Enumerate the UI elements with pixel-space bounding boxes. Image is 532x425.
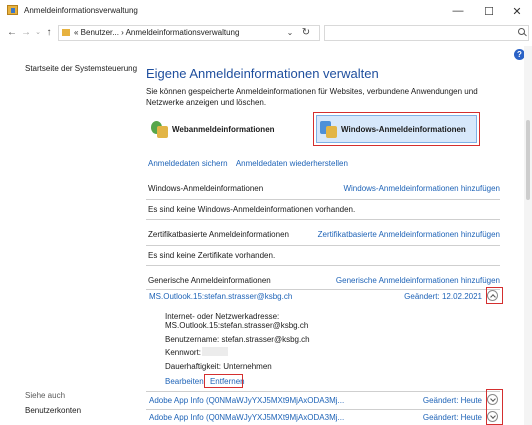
see-also-heading: Siehe auch [25,391,66,400]
forward-arrow-icon[interactable]: → [20,26,32,40]
highlight-box-remove [204,374,243,388]
close-button[interactable]: ✕ [502,2,532,20]
backup-credentials-link[interactable]: Anmeldedaten sichern [148,159,228,168]
web-credentials-tab[interactable]: Webanmeldeinformationen [148,115,293,143]
address-value: MS.Outlook.15:stefan.strasser@ksbg.ch [165,321,309,330]
web-credentials-label: Webanmeldeinformationen [172,124,275,134]
certificate-credentials-header: Zertifikatbasierte Anmeldeinformationen … [146,230,500,242]
divider [146,199,500,200]
divider [146,391,500,392]
address-bar: ← → ⌄ ↑ « Benutzer... › Anmeldeinformati… [0,22,532,44]
password-label: Kennwort: [165,348,202,357]
credential-changed-date: Geändert: 12.02.2021 [404,292,482,301]
address-dropdown-chevron-icon[interactable]: ⌄ [284,26,296,40]
divider [146,265,500,266]
maximize-button[interactable]: ☐ [474,2,504,20]
add-generic-credential-link[interactable]: Generische Anmeldeinformationen hinzufüg… [336,276,500,285]
scrollbar-thumb[interactable] [526,120,530,200]
certificates-empty: Es sind keine Zertifikate vorhanden. [148,251,276,260]
highlight-box-collapse [486,287,503,304]
minimize-button[interactable]: — [443,2,473,20]
highlight-box-expand [486,389,503,425]
vertical-scrollbar[interactable] [524,46,532,425]
divider [146,245,500,246]
credential-entry-adobe-1[interactable]: Adobe App Info (Q0NMaWJyYXJ5MXt9MjAxODA3… [146,394,500,408]
generic-credentials-section-label: Generische Anmeldeinformationen [148,276,271,285]
highlight-box-windows-tab [313,112,480,146]
credential-manager-icon [7,5,18,15]
password-masked-value [202,347,228,356]
windows-credentials-empty: Es sind keine Windows-Anmeldeinformation… [148,205,356,214]
credential-name[interactable]: MS.Outlook.15:stefan.strasser@ksbg.ch [149,292,292,301]
divider [146,219,500,220]
control-panel-home-link[interactable]: Startseite der Systemsteuerung [25,64,137,73]
restore-credentials-link[interactable]: Anmeldedaten wiederherstellen [236,159,348,168]
refresh-icon[interactable]: ↻ [300,26,312,40]
up-arrow-icon[interactable]: ↑ [43,26,55,40]
back-arrow-icon[interactable]: ← [6,26,18,40]
window-title: Anmeldeinformationsverwaltung [24,6,138,15]
persistence-row: Dauerhaftigkeit: Unternehmen [165,362,272,371]
windows-credentials-header: Windows-Anmeldeinformationen Windows-Anm… [146,184,500,196]
generic-credentials-header: Generische Anmeldeinformationen Generisc… [146,276,500,288]
title-bar: Anmeldeinformationsverwaltung — ☐ ✕ [0,0,532,21]
credential-name[interactable]: Adobe App Info (Q0NMaWJyYXJ5MXt9MjAxODA3… [149,413,344,422]
certificate-credentials-section-label: Zertifikatbasierte Anmeldeinformationen [148,230,289,239]
credential-changed-date: Geändert: Heute [422,396,482,405]
web-credentials-icon [150,119,170,139]
backup-restore-links: Anmeldedaten sichern Anmeldedaten wieder… [148,159,348,168]
credential-entry-adobe-2[interactable]: Adobe App Info (Q0NMaWJyYXJ5MXt9MjAxODA3… [146,411,500,425]
credential-changed-date: Geändert: Heute [422,413,482,422]
user-accounts-link[interactable]: Benutzerkonten [25,406,81,415]
breadcrumb[interactable]: « Benutzer... › Anmeldeinformationsverwa… [74,28,239,37]
add-windows-credential-link[interactable]: Windows-Anmeldeinformationen hinzufügen [343,184,500,193]
windows-credentials-section-label: Windows-Anmeldeinformationen [148,184,264,193]
control-panel-icon [62,29,70,36]
edit-credential-link[interactable]: Bearbeiten [165,377,204,386]
search-input[interactable] [324,25,529,41]
add-certificate-credential-link[interactable]: Zertifikatbasierte Anmeldeinformationen … [318,230,500,239]
address-label: Internet- oder Netzwerkadresse: [165,312,280,321]
page-title: Eigene Anmeldeinformationen verwalten [146,66,379,81]
sidebar [0,46,132,425]
username-row: Benutzername: stefan.strasser@ksbg.ch [165,335,310,344]
credential-name[interactable]: Adobe App Info (Q0NMaWJyYXJ5MXt9MjAxODA3… [149,396,344,405]
page-description: Sie können gespeicherte Anmeldeinformati… [146,87,478,107]
divider [146,409,500,410]
credential-entry-outlook[interactable]: MS.Outlook.15:stefan.strasser@ksbg.ch Ge… [146,290,500,304]
